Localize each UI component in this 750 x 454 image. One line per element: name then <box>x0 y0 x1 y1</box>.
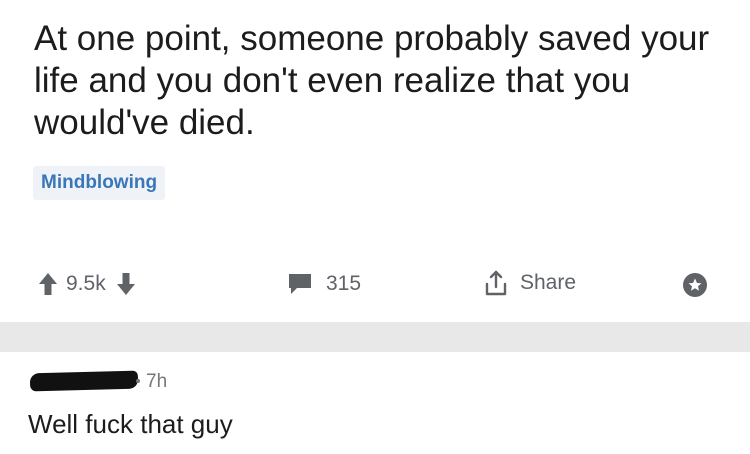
comment: 7h Well fuck that guy <box>0 352 750 454</box>
post-title[interactable]: At one point, someone probably saved you… <box>34 18 724 144</box>
vote-control: 9.5k <box>38 272 136 296</box>
redacted-username <box>29 370 139 392</box>
post-card: At one point, someone probably saved you… <box>0 0 750 322</box>
share-label: Share <box>520 271 577 294</box>
separator-dot <box>136 379 140 383</box>
share-icon <box>484 270 508 296</box>
upvote-icon[interactable] <box>38 272 58 296</box>
post-actions-bar: 9.5k 315 Share <box>0 262 750 306</box>
vote-count: 9.5k <box>66 272 106 295</box>
downvote-icon[interactable] <box>116 272 136 296</box>
comment-body: Well fuck that guy <box>28 409 233 439</box>
comment-icon <box>288 273 312 295</box>
section-divider <box>0 322 750 352</box>
share-button[interactable]: Share <box>484 270 576 296</box>
comment-timestamp: 7h <box>146 371 168 392</box>
post-flair[interactable]: Mindblowing <box>33 166 166 200</box>
comment-count: 315 <box>326 272 362 295</box>
award-icon[interactable] <box>682 272 708 298</box>
comments-button[interactable]: 315 <box>288 272 361 296</box>
